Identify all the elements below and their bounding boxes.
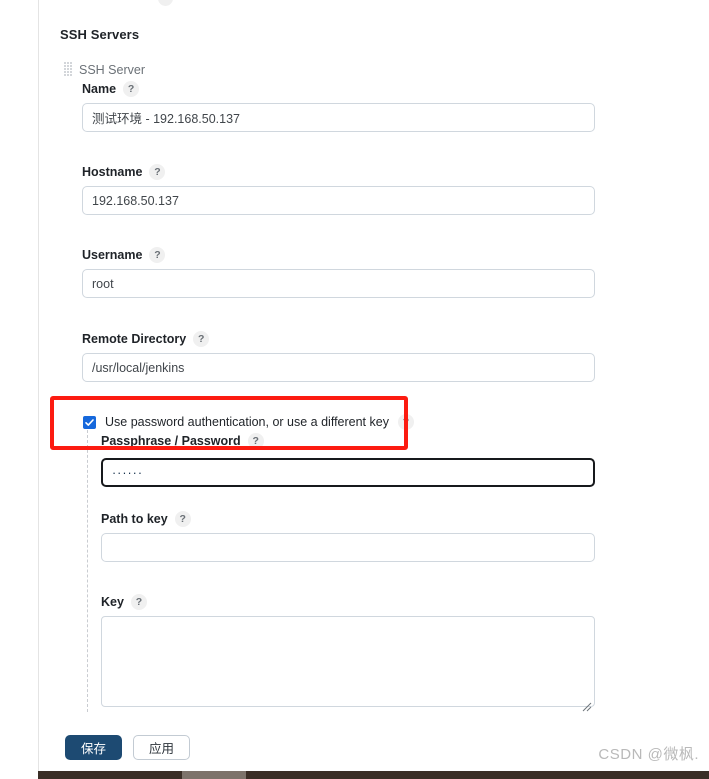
field-label-remote-directory: Remote Directory xyxy=(82,332,187,346)
ssh-servers-form: SSH Servers SSH Server Name ? Hos xyxy=(0,0,709,771)
page-title: SSH Servers xyxy=(60,27,140,42)
field-label-passphrase: Passphrase / Password xyxy=(101,434,241,448)
path-to-key-input[interactable] xyxy=(101,533,595,562)
field-path-to-key: Path to key ? xyxy=(101,511,595,562)
key-textarea[interactable] xyxy=(101,616,595,707)
field-label-username: Username xyxy=(82,248,143,262)
use-password-authentication-row[interactable]: Use password authentication, or use a di… xyxy=(83,414,414,430)
help-icon-name[interactable]: ? xyxy=(123,81,140,97)
bottom-strip-active-segment xyxy=(182,771,246,779)
field-label-name: Name xyxy=(82,82,117,96)
ssh-server-entry-label: SSH Server xyxy=(79,62,145,77)
field-name: Name ? xyxy=(82,81,595,132)
help-icon-hostname[interactable]: ? xyxy=(149,164,166,180)
help-icon-key[interactable]: ? xyxy=(130,594,147,610)
field-passphrase: Passphrase / Password ? xyxy=(101,433,595,487)
indent-guide xyxy=(87,430,88,712)
remote-directory-input[interactable] xyxy=(82,353,595,382)
form-action-bar: 保存 应用 xyxy=(65,735,190,760)
watermark: CSDN @微枫. xyxy=(598,746,699,763)
use-password-authentication-label: Use password authentication, or use a di… xyxy=(105,415,389,429)
ssh-server-entry-header: SSH Server xyxy=(64,62,145,77)
help-icon-username[interactable]: ? xyxy=(149,247,166,263)
field-key: Key ? xyxy=(101,594,595,712)
field-label-path-to-key: Path to key xyxy=(101,512,168,526)
bottom-taskbar-strip xyxy=(0,771,709,779)
field-label-key: Key xyxy=(101,595,124,609)
name-input[interactable] xyxy=(82,103,595,132)
field-username: Username ? xyxy=(82,247,595,298)
save-button[interactable]: 保存 xyxy=(65,735,122,760)
help-icon-remote-directory[interactable]: ? xyxy=(193,331,210,347)
help-icon-path-to-key[interactable]: ? xyxy=(174,511,191,527)
help-icon-passphrase[interactable]: ? xyxy=(247,433,264,449)
bottom-strip-left-gap xyxy=(0,771,38,779)
use-password-authentication-checkbox[interactable] xyxy=(83,415,96,429)
field-hostname: Hostname ? xyxy=(82,164,595,215)
apply-button[interactable]: 应用 xyxy=(133,735,190,760)
help-icon-use-password-authentication[interactable]: ? xyxy=(397,414,414,430)
field-label-hostname: Hostname xyxy=(82,165,143,179)
drag-handle-icon[interactable] xyxy=(64,62,72,77)
hostname-input[interactable] xyxy=(82,186,595,215)
field-remote-directory: Remote Directory ? xyxy=(82,331,595,382)
passphrase-input[interactable] xyxy=(101,458,595,487)
username-input[interactable] xyxy=(82,269,595,298)
